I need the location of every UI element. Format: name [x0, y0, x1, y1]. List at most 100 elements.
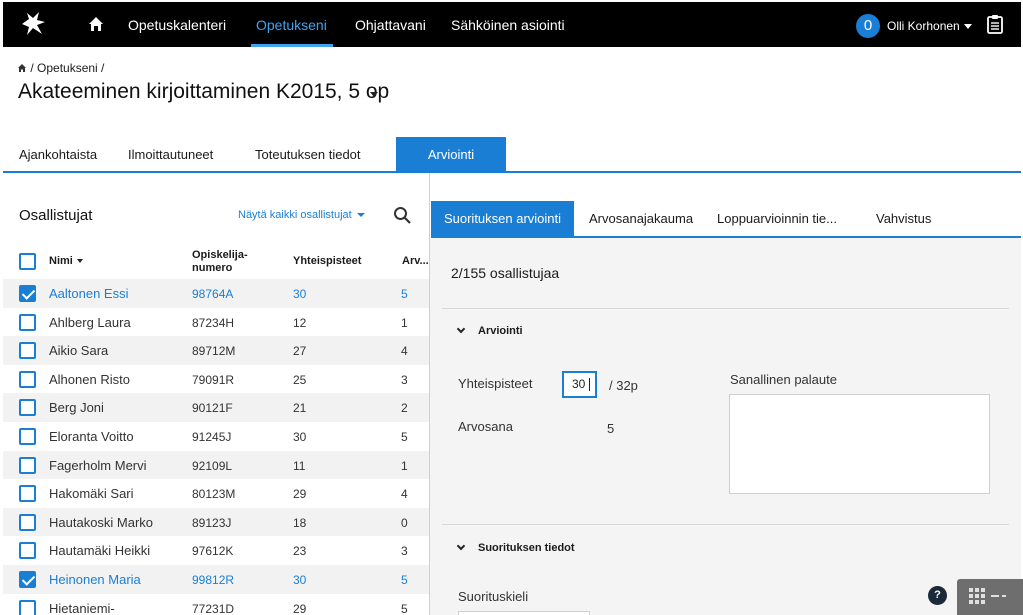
subtab-divider — [431, 236, 1021, 238]
grade: 3 — [401, 544, 408, 559]
subtab-suorituksen-arviointi[interactable]: Suorituksen arviointi — [431, 201, 574, 237]
row-checkbox[interactable] — [19, 285, 36, 302]
show-all-participants-dropdown[interactable]: Näytä kaikki osallistujat — [238, 209, 365, 221]
total-points: 11 — [293, 458, 306, 473]
nav-item-opetukseni[interactable]: Opetukseni — [256, 17, 327, 33]
feedback-textarea[interactable] — [729, 394, 990, 494]
row-checkbox[interactable] — [19, 313, 36, 331]
table-row[interactable]: Hautamäki Heikki 97612K 23 3 — [3, 536, 429, 565]
row-checkbox[interactable] — [19, 456, 36, 474]
tab-toteutuksen-tiedot[interactable]: Toteutuksen tiedot — [255, 147, 361, 162]
clipboard-icon[interactable] — [987, 14, 1003, 34]
participant-name[interactable]: Aikio Sara — [49, 343, 108, 358]
subtab-vahvistus[interactable]: Vahvistus — [876, 211, 931, 226]
grid-icon — [969, 588, 1006, 604]
home-icon[interactable] — [87, 15, 105, 33]
column-name-label: Nimi — [49, 255, 73, 267]
apps-grid-button[interactable] — [957, 579, 1023, 615]
total-points: 29 — [293, 601, 307, 615]
university-logo-icon[interactable] — [19, 10, 47, 38]
column-header-total-points[interactable]: Yhteispisteet — [293, 255, 361, 267]
participant-name[interactable]: Ahlberg Laura — [49, 315, 131, 330]
grade-value: 5 — [607, 421, 615, 436]
breadcrumb-link-opetukseni[interactable]: Opetukseni — [37, 61, 98, 75]
participant-name[interactable]: Hakomäki Sari — [49, 486, 134, 501]
row-checkbox[interactable] — [19, 399, 36, 417]
course-select-caret-icon[interactable] — [370, 92, 378, 97]
column-header-grade[interactable]: Arv... — [402, 255, 429, 267]
row-checkbox[interactable] — [19, 599, 36, 615]
grade: 2 — [401, 401, 408, 416]
column-header-name[interactable]: Nimi — [49, 255, 83, 267]
row-checkbox[interactable] — [19, 513, 36, 531]
tab-ajankohtaista[interactable]: Ajankohtaista — [19, 147, 97, 162]
participant-name[interactable]: Hautakoski Marko — [49, 515, 153, 530]
table-row[interactable]: Berg Joni 90121F 21 2 — [3, 393, 429, 422]
table-row[interactable]: Eloranta Voitto 91245J 30 5 — [3, 422, 429, 451]
participant-name[interactable]: Berg Joni — [49, 400, 104, 415]
total-points: 23 — [293, 544, 307, 559]
caret-down-icon — [963, 24, 972, 30]
table-row[interactable]: Aikio Sara 89712M 27 4 — [3, 336, 429, 365]
grade: 4 — [401, 344, 408, 359]
grade: 1 — [401, 315, 408, 330]
student-number: 79091R — [192, 372, 235, 387]
row-checkbox[interactable] — [19, 571, 36, 588]
row-checkbox[interactable] — [19, 342, 36, 360]
chevron-down-icon — [456, 324, 466, 334]
row-checkbox[interactable] — [19, 370, 36, 388]
section-title: Suorituksen tiedot — [478, 542, 575, 554]
grade: 5 — [401, 430, 408, 444]
nav-item-sahkoinen-asiointi[interactable]: Sähköinen asiointi — [451, 17, 565, 33]
table-row[interactable]: Hakomäki Sari 80123M 29 4 — [3, 479, 429, 508]
subtab-arvosanajakauma[interactable]: Arvosanajakauma — [589, 211, 693, 226]
nav-item-opetuskalenteri[interactable]: Opetuskalenteri — [128, 17, 226, 33]
user-name: Olli Korhonen — [887, 19, 960, 33]
table-row[interactable]: Aaltonen Essi 98764A 30 5 — [3, 279, 429, 308]
section-title: Arviointi — [478, 325, 523, 337]
participant-name[interactable]: Aaltonen Essi — [49, 286, 129, 301]
subtab-loppuarvioinnin-tiedot[interactable]: Loppuarvioinnin tie... — [717, 211, 837, 226]
nav-item-ohjattavani[interactable]: Ohjattavani — [355, 17, 426, 33]
select-all-checkbox[interactable] — [19, 253, 36, 270]
row-checkbox[interactable] — [19, 485, 36, 503]
table-row[interactable]: Hautakoski Marko 89123J 18 0 — [3, 507, 429, 537]
total-points: 21 — [293, 401, 307, 416]
table-row[interactable]: Heinonen Maria 99812R 30 5 — [3, 565, 429, 594]
column-header-student-number[interactable]: Opiskelija- numero — [192, 249, 248, 275]
participants-title: Osallistujat — [19, 207, 93, 224]
participant-name[interactable]: Heinonen Maria — [49, 572, 141, 587]
section-toggle-arviointi[interactable]: Arviointi — [456, 324, 523, 337]
total-points-input[interactable]: 30 — [562, 371, 597, 398]
table-row[interactable]: Alhonen Risto 79091R 25 3 — [3, 365, 429, 394]
row-checkbox[interactable] — [19, 542, 36, 560]
row-checkbox[interactable] — [19, 428, 36, 445]
active-nav-indicator — [251, 44, 333, 47]
total-points: 30 — [293, 573, 307, 587]
home-small-icon[interactable] — [17, 63, 27, 73]
table-row[interactable]: Hietaniemi- 77231D 29 5 — [3, 594, 429, 615]
section-toggle-suorituksen-tiedot[interactable]: Suorituksen tiedot — [456, 541, 575, 554]
user-menu[interactable]: Olli Korhonen — [887, 19, 972, 33]
tab-ilmoittautuneet[interactable]: Ilmoittautuneet — [128, 147, 213, 162]
help-button[interactable]: ? — [928, 586, 947, 605]
participant-name[interactable]: Fagerholm Mervi — [49, 458, 147, 473]
grade: 1 — [401, 458, 408, 473]
participant-name[interactable]: Hautamäki Heikki — [49, 543, 150, 558]
participant-name[interactable]: Alhonen Risto — [49, 372, 130, 387]
total-points: 18 — [293, 515, 307, 530]
max-points-label: / 32p — [609, 378, 638, 393]
search-icon[interactable] — [393, 206, 412, 225]
table-row[interactable]: Fagerholm Mervi 92109L 11 1 — [3, 450, 429, 480]
total-points: 27 — [293, 344, 307, 359]
student-number: 89123J — [192, 515, 232, 530]
table-row[interactable]: Ahlberg Laura 87234H 12 1 — [3, 308, 429, 337]
notification-badge[interactable]: 0 — [856, 14, 880, 38]
participant-name[interactable]: Eloranta Voitto — [49, 429, 134, 444]
page-title: Akateeminen kirjoittaminen K2015, 5 op — [18, 80, 390, 103]
tab-arviointi[interactable]: Arviointi — [396, 137, 506, 172]
total-points: 30 — [293, 430, 307, 444]
sort-caret-icon — [76, 259, 83, 264]
participant-name[interactable]: Hietaniemi- — [49, 601, 115, 615]
language-select[interactable] — [458, 611, 590, 615]
